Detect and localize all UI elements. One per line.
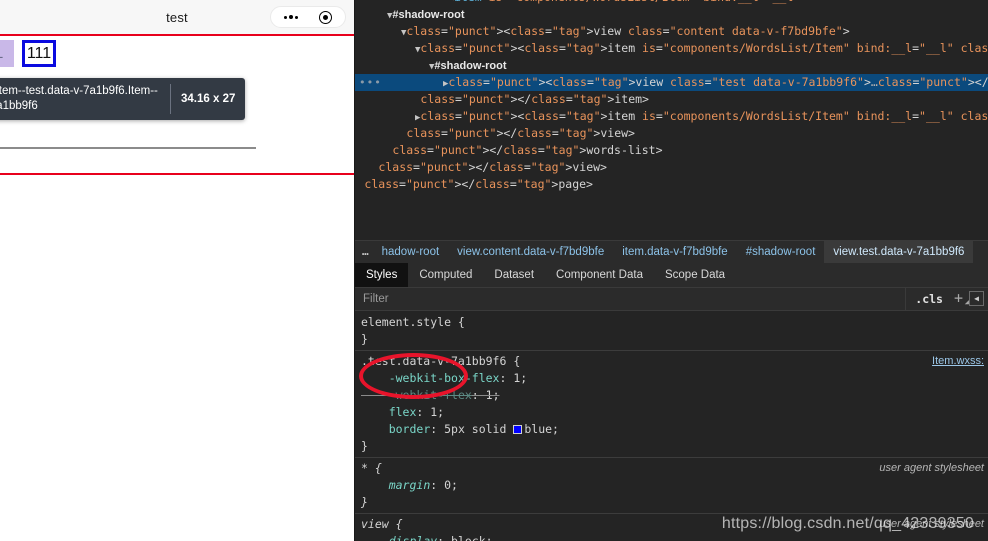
dom-tree-node[interactable]: ••• ▶class="punct"><class="tag">view clas… xyxy=(355,74,988,91)
css-declaration[interactable]: -webkit-flex: 1; xyxy=(355,387,988,404)
css-declaration[interactable]: border: 5px solid blue; xyxy=(355,421,988,438)
inspector-tooltip: iew.test.Item--test.data-v-7a1b9f6.Item-… xyxy=(0,78,246,120)
css-declaration[interactable]: display: block; xyxy=(355,533,988,541)
list-item-label: 1 xyxy=(0,45,3,63)
styles-pane[interactable]: element.style {} .test.data-v-7a1bb9f6 {I… xyxy=(355,310,988,541)
css-rule-selector[interactable]: .test.data-v-7a1bb9f6 {Item.wxss: xyxy=(355,353,988,370)
page-title: test xyxy=(166,9,188,25)
simulator-panel: test 1 111 iew.test.Item--te xyxy=(0,0,355,541)
row-menu-icon[interactable]: ••• xyxy=(359,74,382,91)
inspector-tooltip-classes: .test.Item--test.data-v-7a1b9f6.Item--da… xyxy=(0,85,158,112)
css-declaration[interactable]: -webkit-box-flex: 1; xyxy=(355,370,988,387)
simulator-viewport: 1 111 iew.test.Item--test.data-v-7a1b9f6… xyxy=(0,34,354,541)
breadcrumb-item[interactable]: hadow-root xyxy=(373,241,449,263)
breadcrumb-item[interactable]: #shadow-root xyxy=(737,241,825,263)
list-item-selected[interactable]: 111 xyxy=(22,40,56,67)
css-rule-close: } xyxy=(361,494,368,509)
tab-dataset[interactable]: Dataset xyxy=(483,263,545,287)
tooltip-divider xyxy=(170,84,171,114)
breadcrumb-item[interactable]: view.content.data-v-f7bd9bfe xyxy=(448,241,613,263)
breadcrumb-item[interactable]: view.test.data-v-7a1bb9f6 xyxy=(824,240,974,263)
css-rule-selector[interactable]: view {user agent stylesheet xyxy=(355,516,988,533)
styles-tab-bar[interactable]: Styles Computed Dataset Component Data Scope… xyxy=(355,262,988,288)
inspector-tooltip-size: 34.16 x 27 xyxy=(181,93,236,105)
capsule-button-group[interactable] xyxy=(270,6,346,28)
chevron-down-icon: ◢ xyxy=(964,298,969,307)
dom-tree-node[interactable]: ▼class="punct"></class="tag">item> xyxy=(355,91,988,108)
cls-button[interactable]: .cls xyxy=(906,292,952,306)
styles-filter-bar[interactable]: .cls +◢ ◀ xyxy=(355,287,988,311)
inspector-tooltip-selector: iew.test.Item--test.data-v-7a1b9f6.Item-… xyxy=(0,84,160,114)
devtools-panel: <item is="components/WordsList/Item" bin… xyxy=(355,0,988,541)
simulator-navbar: test xyxy=(0,0,354,34)
tab-component-data[interactable]: Component Data xyxy=(545,263,654,287)
css-rule-selector[interactable]: element.style { xyxy=(355,314,988,331)
list-item[interactable]: 1 xyxy=(0,40,14,67)
words-list-row: 1 111 xyxy=(0,40,56,67)
rule-separator xyxy=(355,349,988,351)
rule-separator xyxy=(355,512,988,514)
dom-tree-node[interactable]: ▼class="punct"><class="tag">item is="com… xyxy=(355,40,988,57)
rule-separator xyxy=(355,456,988,458)
css-rule-close: } xyxy=(361,331,368,346)
dom-tree-node[interactable]: ▶class="punct"><class="tag">item is="com… xyxy=(355,108,988,125)
dom-tree-node[interactable]: ▼class="punct"></class="tag">view> xyxy=(355,125,988,142)
dom-tree-node[interactable]: ▼class="punct"></class="tag">words-list> xyxy=(355,142,988,159)
filter-input[interactable] xyxy=(355,287,907,310)
tab-scope-data[interactable]: Scope Data xyxy=(654,263,736,287)
list-item-selected-label: 111 xyxy=(26,44,52,62)
css-declaration[interactable]: flex: 1; xyxy=(355,404,988,421)
css-declaration[interactable]: margin: 0; xyxy=(355,477,988,494)
dom-tree-node[interactable]: ▼#shadow-root xyxy=(355,57,988,74)
color-swatch[interactable] xyxy=(513,424,523,434)
dom-tree-node[interactable]: ▼class="punct"></class="tag">view> xyxy=(355,159,988,176)
css-rule-close: } xyxy=(361,438,368,453)
css-rule-selector[interactable]: * {user agent stylesheet xyxy=(355,460,988,477)
ellipsis-icon[interactable] xyxy=(283,15,298,19)
highlight-guide-line-top xyxy=(0,34,354,36)
add-rule-button[interactable]: + ◢ xyxy=(952,291,969,307)
rule-source-link[interactable]: Item.wxss: xyxy=(932,353,984,370)
dom-tree-node[interactable]: ▼#shadow-root xyxy=(355,6,988,23)
highlight-guide-line-bottom xyxy=(0,173,354,175)
tab-styles[interactable]: Styles xyxy=(355,262,409,287)
dom-tree-node[interactable]: ▼class="punct"></class="tag">page> xyxy=(355,176,988,193)
rule-source-link: user agent stylesheet xyxy=(879,461,984,474)
app-root: test 1 111 iew.test.Item--te xyxy=(0,0,988,541)
target-icon[interactable] xyxy=(318,10,332,24)
breadcrumb-item[interactable]: item.data-v-f7bd9bfe xyxy=(613,241,736,263)
rule-source-link: user agent stylesheet xyxy=(879,517,984,530)
sidebar-toggle-icon[interactable]: ◀ xyxy=(969,291,984,307)
dom-tree-node[interactable]: ▼class="punct"><class="tag">view class="… xyxy=(355,23,988,40)
element-box-edge xyxy=(0,147,256,149)
breadcrumb[interactable]: … hadow-root view.content.data-v-f7bd9bfe i… xyxy=(355,239,988,263)
tab-computed[interactable]: Computed xyxy=(408,263,483,287)
dom-tree[interactable]: <item is="components/WordsList/Item" bin… xyxy=(355,0,988,240)
